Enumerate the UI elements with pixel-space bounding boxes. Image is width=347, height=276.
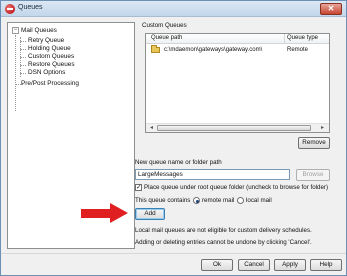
tree-item-custom-queues[interactable]: Custom Queues xyxy=(28,53,74,60)
place-under-root-label: Place queue under root queue folder (unc… xyxy=(144,184,329,191)
tree-item-dsn-options[interactable]: DSN Options xyxy=(28,69,65,76)
remove-button[interactable]: Remove xyxy=(298,137,330,149)
apply-button[interactable]: Apply xyxy=(274,259,306,271)
browse-button[interactable]: Browse xyxy=(296,169,330,181)
tree-connector xyxy=(20,73,26,74)
tree-item-pre-post-processing[interactable]: Pre/Post Processing xyxy=(21,80,79,87)
cancel-button[interactable]: Cancel xyxy=(238,259,270,271)
app-icon xyxy=(5,4,15,14)
window-title: Queues xyxy=(18,4,43,11)
tree-item-restore-queues[interactable]: Restore Queues xyxy=(28,61,75,68)
list-item[interactable]: c:\mdaemon\gateways\gateway.com\ Remote xyxy=(147,45,328,55)
tree-connector xyxy=(20,57,26,58)
local-mail-radio[interactable] xyxy=(237,197,244,204)
column-divider[interactable] xyxy=(284,34,285,44)
scrollbar-thumb[interactable] xyxy=(157,125,311,131)
ok-button[interactable]: Ok xyxy=(201,259,233,271)
scroll-left-icon[interactable]: ◂ xyxy=(147,124,156,132)
folder-icon xyxy=(151,45,160,53)
remote-mail-label: remote mail xyxy=(202,197,235,204)
column-queue-type[interactable]: Queue type xyxy=(287,35,318,41)
queue-type-cell: Remote xyxy=(287,47,309,53)
tree-connector xyxy=(20,65,26,66)
place-under-root-checkbox[interactable] xyxy=(135,183,142,191)
queue-name-input[interactable]: LargeMessages xyxy=(135,169,290,180)
local-mail-label: local mail xyxy=(246,197,272,204)
scroll-right-icon[interactable]: ▸ xyxy=(318,124,327,132)
help-button[interactable]: Help xyxy=(310,259,342,271)
queues-dialog: Queues ✕ − Mail Queues Retry Queue Holdi… xyxy=(0,0,347,276)
arrow-shaft xyxy=(81,209,111,218)
collapse-icon[interactable]: − xyxy=(12,27,19,34)
tree-item-mail-queues[interactable]: Mail Queues xyxy=(21,27,57,34)
footer-divider xyxy=(1,253,346,254)
custom-queues-heading: Custom Queues xyxy=(142,22,187,29)
tree-connector xyxy=(20,49,26,50)
custom-queues-list[interactable]: Queue path Queue type c:\mdaemon\gateway… xyxy=(145,33,330,133)
close-button[interactable]: ✕ xyxy=(320,3,342,15)
title-bar: Queues ✕ xyxy=(1,1,346,17)
queue-path-cell: c:\mdaemon\gateways\gateway.com\ xyxy=(164,47,263,53)
tree-connector xyxy=(20,41,26,42)
close-icon: ✕ xyxy=(327,4,335,13)
horizontal-scrollbar[interactable]: ◂ ▸ xyxy=(146,123,329,132)
remote-mail-radio[interactable] xyxy=(193,197,200,204)
tree-item-holding-queue[interactable]: Holding Queue xyxy=(28,45,71,52)
arrow-head xyxy=(110,203,128,223)
tree-connector xyxy=(15,35,16,111)
add-button[interactable]: Add xyxy=(135,208,165,220)
local-mail-note: Local mail queues are not eligible for c… xyxy=(135,227,312,234)
list-header: Queue path Queue type xyxy=(146,34,329,44)
tree-item-retry-queue[interactable]: Retry Queue xyxy=(28,37,64,44)
undo-warning-note: Adding or deleting entries cannot be und… xyxy=(135,239,312,246)
new-queue-label: New queue name or folder path xyxy=(135,159,222,166)
queue-contains-label: This queue contains xyxy=(135,197,191,204)
column-queue-path[interactable]: Queue path xyxy=(151,35,182,41)
